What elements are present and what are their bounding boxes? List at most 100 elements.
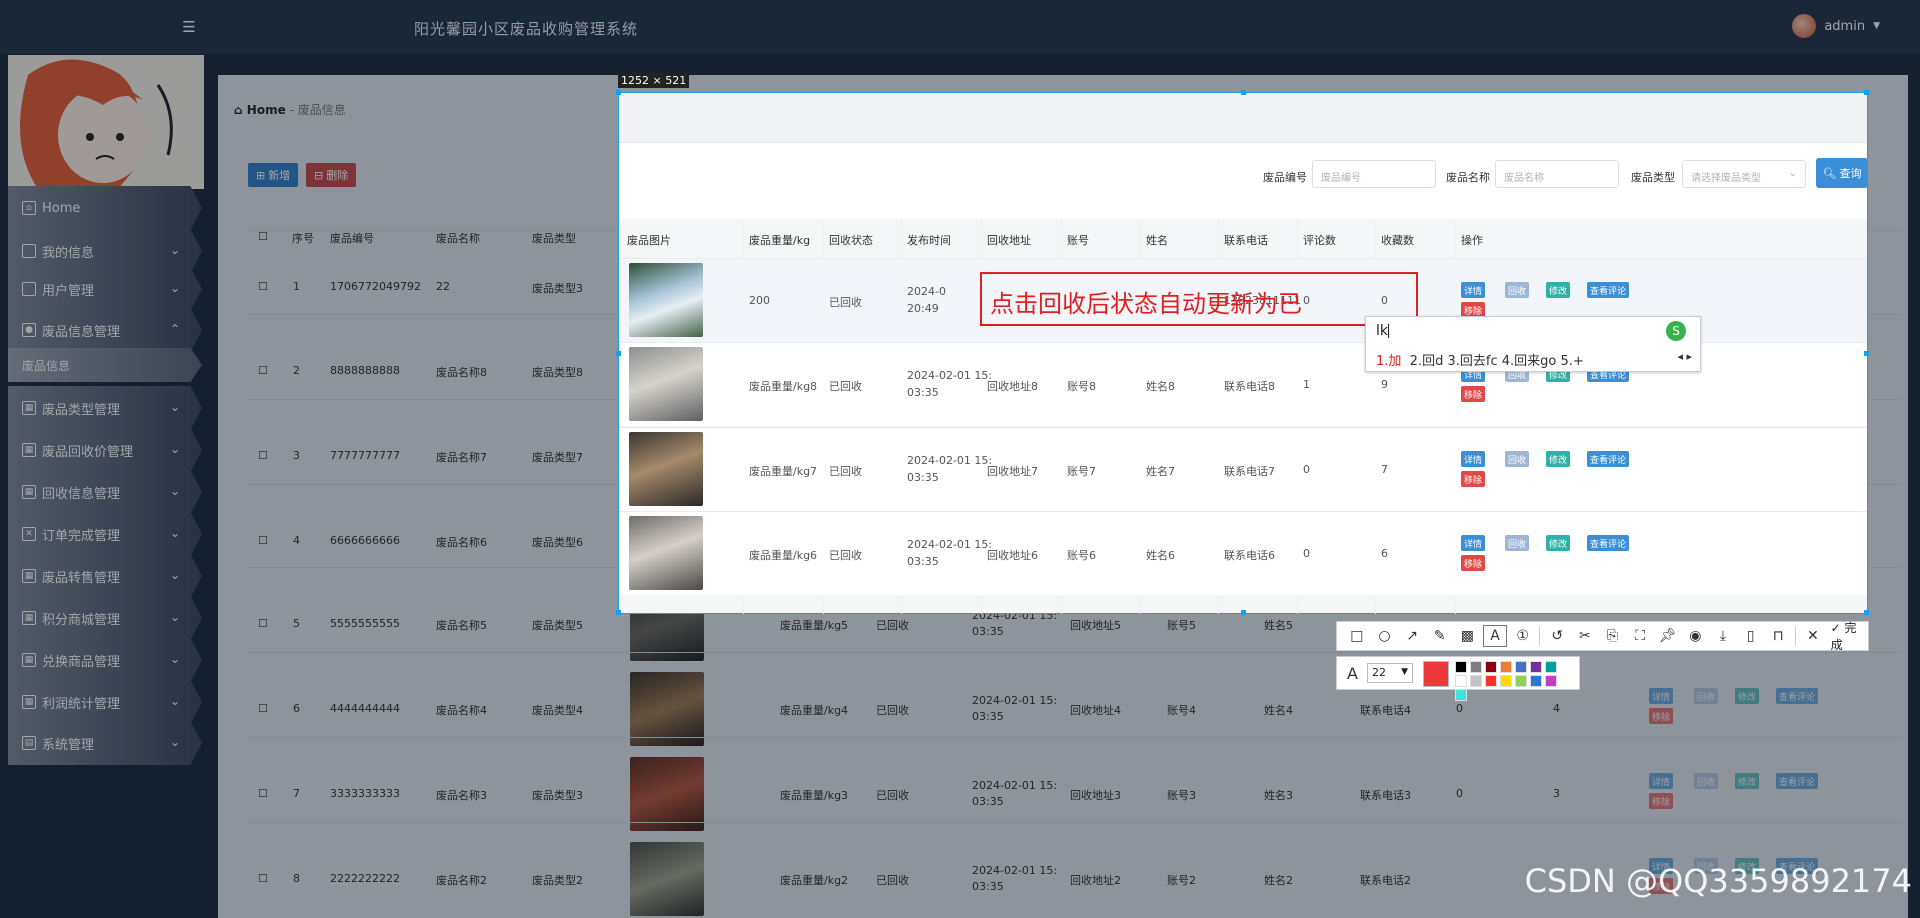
row-checkbox[interactable]: ☐ (258, 617, 268, 630)
remove-button[interactable]: 移除 (1461, 386, 1486, 402)
type-select[interactable]: 请选择废品类型 ⌄ (1682, 160, 1806, 188)
close-icon[interactable]: ✕ (1799, 622, 1827, 650)
column-header[interactable]: 发布时间 (907, 220, 951, 258)
resize-handle[interactable] (1241, 90, 1246, 95)
resize-handle[interactable] (1241, 610, 1246, 615)
column-header[interactable]: 联系电话 (1224, 220, 1268, 258)
column-header[interactable]: 操作 (1461, 220, 1483, 258)
color-swatch[interactable] (1470, 661, 1482, 673)
row-checkbox[interactable]: ☐ (258, 364, 268, 377)
rectangle-tool-icon[interactable]: □ (1343, 622, 1371, 650)
search-button[interactable]: 🔍︎ 查询 (1816, 158, 1868, 188)
number-tool-icon[interactable]: ① (1509, 622, 1537, 650)
column-header[interactable]: 姓名 (1146, 220, 1168, 258)
detail-button[interactable]: 详情 (1461, 451, 1486, 467)
color-swatch[interactable] (1470, 675, 1482, 687)
ime-candidate-window[interactable]: lk S 1.加 2.回d 3.回去fc 4.回来go 5.+ ◂ ▸ (1365, 316, 1701, 372)
sidebar-item-orders[interactable]: ✕ 订单完成管理 ⌄ (8, 512, 202, 556)
mosaic-tool-icon[interactable]: ▩ (1454, 622, 1482, 650)
text-tool-icon[interactable]: A (1483, 625, 1507, 647)
column-header[interactable]: 废品重量/kg (749, 220, 810, 258)
remove-button[interactable]: 移除 (1649, 708, 1674, 724)
sidebar-item-system[interactable]: ▤ 系统管理 ⌄ (8, 721, 202, 765)
user-menu[interactable]: admin ▼ (1792, 14, 1880, 38)
color-swatch[interactable] (1530, 675, 1542, 687)
detail-button[interactable]: 详情 (1649, 688, 1674, 704)
ime-candidate-first[interactable]: 1.加 (1376, 354, 1401, 369)
row-checkbox[interactable]: ☐ (258, 449, 268, 462)
long-screenshot-icon[interactable]: ▯ (1737, 622, 1765, 650)
color-swatch[interactable] (1545, 661, 1557, 673)
add-button[interactable]: ⊞ 新增 (248, 163, 299, 187)
pen-tool-icon[interactable]: ✎ (1426, 622, 1454, 650)
undo-icon[interactable]: ↺ (1543, 622, 1571, 650)
edit-button[interactable]: 修改 (1546, 451, 1571, 467)
annotation-text-box[interactable]: 点击回收后状态自动更新为已 (980, 272, 1418, 326)
remove-button[interactable]: 移除 (1649, 793, 1674, 809)
translate-icon[interactable]: ⎘ (1599, 622, 1627, 650)
row-checkbox[interactable]: ☐ (258, 787, 268, 800)
resize-handle[interactable] (616, 610, 621, 615)
menu-toggle-icon[interactable]: ☰ (180, 18, 198, 36)
color-swatch[interactable] (1515, 675, 1527, 687)
sidebar-item-my-info[interactable]: 我的信息 ⌄ (8, 229, 202, 273)
sidebar-item-waste-info[interactable]: 废品信息 (8, 348, 202, 382)
scan-icon[interactable]: ⛶ (1626, 622, 1654, 650)
row-checkbox[interactable]: ☐ (258, 280, 268, 293)
sidebar-item-waste-info-mgmt[interactable]: ● 废品信息管理 ⌃ (8, 308, 202, 352)
resize-handle[interactable] (1864, 610, 1869, 615)
detail-button[interactable]: 详情 (1649, 773, 1674, 789)
column-header[interactable]: 回收地址 (987, 220, 1031, 258)
column-header[interactable]: 评论数 (1303, 220, 1336, 258)
view-comments-button[interactable]: 查看评论 (1776, 773, 1819, 789)
row-checkbox[interactable]: ☐ (258, 702, 268, 715)
column-header[interactable]: 回收状态 (829, 220, 873, 258)
ellipse-tool-icon[interactable]: ○ (1371, 622, 1399, 650)
record-icon[interactable]: ◉ (1682, 622, 1710, 650)
column-header[interactable]: 收藏数 (1381, 220, 1414, 258)
ime-candidates[interactable]: 1.加 2.回d 3.回去fc 4.回来go 5.+ (1376, 350, 1584, 369)
edit-button[interactable]: 修改 (1735, 688, 1760, 704)
view-comments-button[interactable]: 查看评论 (1587, 451, 1630, 467)
current-color-swatch[interactable] (1423, 661, 1449, 687)
detail-button[interactable]: 详情 (1461, 282, 1486, 298)
color-swatch[interactable] (1500, 675, 1512, 687)
arrow-tool-icon[interactable]: ↗ (1398, 622, 1426, 650)
color-swatch[interactable] (1530, 661, 1542, 673)
color-swatch[interactable] (1545, 675, 1557, 687)
color-swatch[interactable] (1455, 689, 1467, 701)
download-icon[interactable]: ⤓ (1709, 622, 1737, 650)
bookmark-icon[interactable]: ⊓ (1764, 622, 1792, 650)
pin-icon[interactable]: 📌︎ (1654, 622, 1682, 650)
edit-button[interactable]: 修改 (1546, 282, 1571, 298)
row-checkbox[interactable]: ☐ (258, 534, 268, 547)
sidebar-item-resale[interactable]: ▦ 废品转售管理 ⌄ (8, 554, 202, 598)
sidebar-item-points-mall[interactable]: ▦ 积分商城管理 ⌄ (8, 596, 202, 640)
color-swatch[interactable] (1455, 661, 1467, 673)
sidebar-item-exchange[interactable]: ▦ 兑换商品管理 ⌄ (8, 638, 202, 682)
recycle-button[interactable]: 回收 (1505, 282, 1530, 298)
recycle-button[interactable]: 回收 (1505, 535, 1530, 551)
edit-button[interactable]: 修改 (1546, 535, 1571, 551)
recycle-button[interactable]: 回收 (1694, 773, 1719, 789)
font-size-select[interactable]: 22 ▼ (1367, 663, 1413, 683)
color-swatch[interactable] (1485, 661, 1497, 673)
sidebar-item-recycle-price[interactable]: ▦ 废品回收价管理 ⌄ (8, 428, 202, 472)
color-swatch[interactable] (1455, 675, 1467, 687)
column-header[interactable]: 账号 (1067, 220, 1089, 258)
breadcrumb-home[interactable]: ⌂ Home (234, 103, 286, 117)
recycle-button[interactable]: 回收 (1694, 688, 1719, 704)
code-search-input[interactable]: 废品编号 (1312, 160, 1436, 188)
remove-button[interactable]: 移除 (1461, 555, 1486, 571)
color-swatch[interactable] (1500, 661, 1512, 673)
resize-handle[interactable] (1864, 90, 1869, 95)
remove-button[interactable]: 移除 (1461, 471, 1486, 487)
name-search-input[interactable]: 废品名称 (1495, 160, 1619, 188)
ime-page-arrows[interactable]: ◂ ▸ (1677, 350, 1692, 363)
resize-handle[interactable] (616, 351, 621, 356)
sidebar-item-users[interactable]: 用户管理 ⌄ (8, 267, 202, 311)
column-header[interactable]: 废品图片 (627, 220, 671, 258)
resize-handle[interactable] (616, 90, 621, 95)
view-comments-button[interactable]: 查看评论 (1587, 282, 1630, 298)
color-swatch[interactable] (1485, 675, 1497, 687)
